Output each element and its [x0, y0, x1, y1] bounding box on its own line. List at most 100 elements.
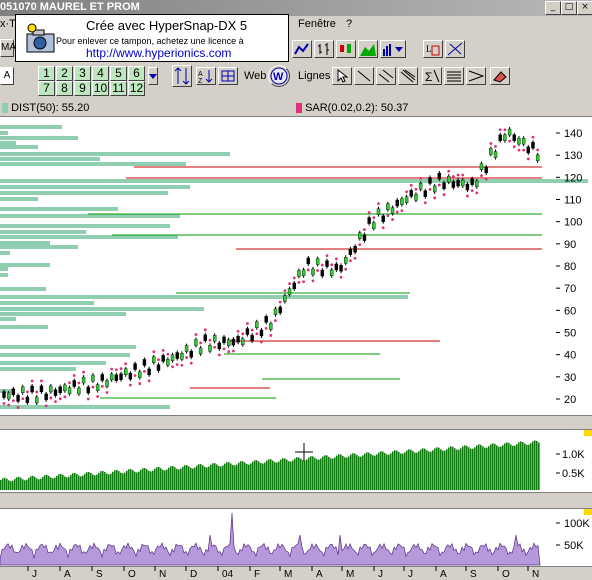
volume-bar [120, 472, 122, 490]
erase-tool-button[interactable] [490, 67, 510, 85]
sar-dot [44, 404, 48, 408]
volume-bar [502, 445, 504, 490]
month-label: J [408, 569, 413, 580]
period-button-6[interactable]: 6 [128, 66, 145, 81]
candle-body [320, 269, 325, 277]
sar-dot [138, 382, 142, 386]
price-tick-label: 70 [564, 283, 576, 295]
line-tool-button[interactable] [354, 67, 374, 85]
zoom-button[interactable] [172, 65, 192, 87]
volume-bar [290, 461, 292, 490]
stamp-line-2: Pour enlever ce tampon, achetez une lice… [56, 36, 244, 46]
period-button-5[interactable]: 5 [110, 66, 127, 81]
sar-dot [381, 226, 385, 230]
period-button-8[interactable]: 8 [56, 81, 73, 96]
dist-bar [0, 214, 180, 218]
sar-dot [26, 390, 29, 394]
period-button-12[interactable]: 12 [128, 81, 145, 96]
log-scale-button[interactable]: L [423, 40, 443, 58]
sar-dot [264, 326, 268, 330]
parallel-tool-button[interactable] [376, 67, 396, 85]
candle-body [180, 353, 184, 360]
dist-bar [0, 317, 16, 321]
menu-item-fenetre[interactable]: Fenêtre [298, 18, 336, 30]
menu-item-help[interactable]: ? [346, 18, 352, 30]
candle-body [503, 134, 507, 142]
period-button-2[interactable]: 2 [56, 66, 73, 81]
candle-body [311, 268, 315, 276]
period-button-3[interactable]: 3 [74, 66, 91, 81]
volume-bar [536, 440, 538, 490]
volume-bar [22, 479, 24, 490]
volume-bar [2, 478, 4, 490]
month-label: O [128, 569, 136, 580]
sar-dot [531, 135, 535, 139]
price-chart[interactable]: 140 130 120 110 100 90 80 70 60 50 40 30 20 [0, 117, 592, 525]
volume-bar [40, 478, 42, 490]
grid-button[interactable] [218, 67, 238, 85]
area-chart-button[interactable] [358, 40, 378, 58]
volume-bar [292, 460, 294, 490]
price-chart-panel[interactable]: 140 130 120 110 100 90 80 70 60 50 40 30 20 [0, 116, 592, 525]
pointer-tool-button[interactable] [332, 67, 352, 85]
volume-bar [76, 473, 78, 490]
candle-body [109, 373, 114, 381]
volume-bar [328, 456, 330, 490]
volume-bar [264, 462, 266, 490]
volume-bar [210, 464, 212, 490]
period-dropdown-button[interactable] [148, 67, 158, 85]
period-select[interactable]: A [0, 67, 14, 85]
volume-bar [416, 452, 418, 490]
sar-dot [349, 259, 352, 263]
line-chart-button[interactable] [292, 40, 312, 58]
oscillator-panel[interactable]: 100K 50K [0, 508, 592, 567]
candle-chart-button[interactable] [336, 40, 356, 58]
sort-az-button[interactable]: AZ [196, 67, 216, 85]
volume-bar [112, 471, 114, 490]
toolbar-fragment[interactable]: MA [0, 39, 16, 57]
volume-bar [10, 481, 12, 490]
web-button[interactable]: W [268, 65, 290, 87]
sar-dot [475, 191, 479, 195]
period-button-4[interactable]: 4 [92, 66, 109, 81]
volume-bar [268, 459, 270, 490]
compare-button[interactable] [445, 40, 465, 58]
fan-tool-button[interactable] [466, 67, 486, 85]
volume-bar [32, 475, 34, 490]
sar-dot [77, 381, 81, 385]
bar-chart-button[interactable] [314, 40, 334, 58]
period-button-11[interactable]: 11 [110, 81, 127, 96]
volume-bar [186, 465, 188, 490]
dist-bar [0, 145, 38, 149]
fibonacci-tool-button[interactable]: Σ [422, 67, 442, 85]
volume-panel[interactable]: 1.0K 0.5K [0, 429, 592, 493]
levels-tool-button[interactable] [444, 67, 464, 85]
minimize-button[interactable]: _ [545, 1, 561, 15]
month-label: 04 [222, 569, 234, 580]
period-button-10[interactable]: 10 [92, 81, 109, 96]
period-button-9[interactable]: 9 [74, 81, 91, 96]
volume-bar [444, 450, 446, 490]
maximize-button[interactable]: □ [561, 1, 577, 15]
volume-tick-label: 0.5K [562, 468, 585, 480]
oscillator-chart[interactable]: 100K 50K [0, 509, 592, 566]
close-button[interactable]: × [577, 1, 592, 15]
candle-body [124, 368, 128, 376]
chart-type-dropdown[interactable] [380, 40, 406, 58]
candle-body [189, 350, 193, 358]
volume-chart[interactable]: 1.0K 0.5K [0, 430, 592, 492]
volume-bars-icon [383, 44, 403, 56]
period-button-7[interactable]: 7 [38, 81, 55, 96]
volume-bar [128, 469, 130, 490]
volume-bar [534, 440, 536, 490]
stamp-link[interactable]: http://www.hyperionics.com [86, 46, 231, 60]
compare-icon [447, 42, 463, 56]
candle-body [358, 232, 362, 239]
volume-bar [86, 472, 88, 490]
volume-bar [256, 460, 258, 490]
period-button-1[interactable]: 1 [38, 66, 55, 81]
candle-body [465, 183, 470, 191]
sar-dot [114, 368, 118, 372]
volume-bar [130, 468, 132, 490]
channel-tool-button[interactable] [398, 67, 418, 85]
